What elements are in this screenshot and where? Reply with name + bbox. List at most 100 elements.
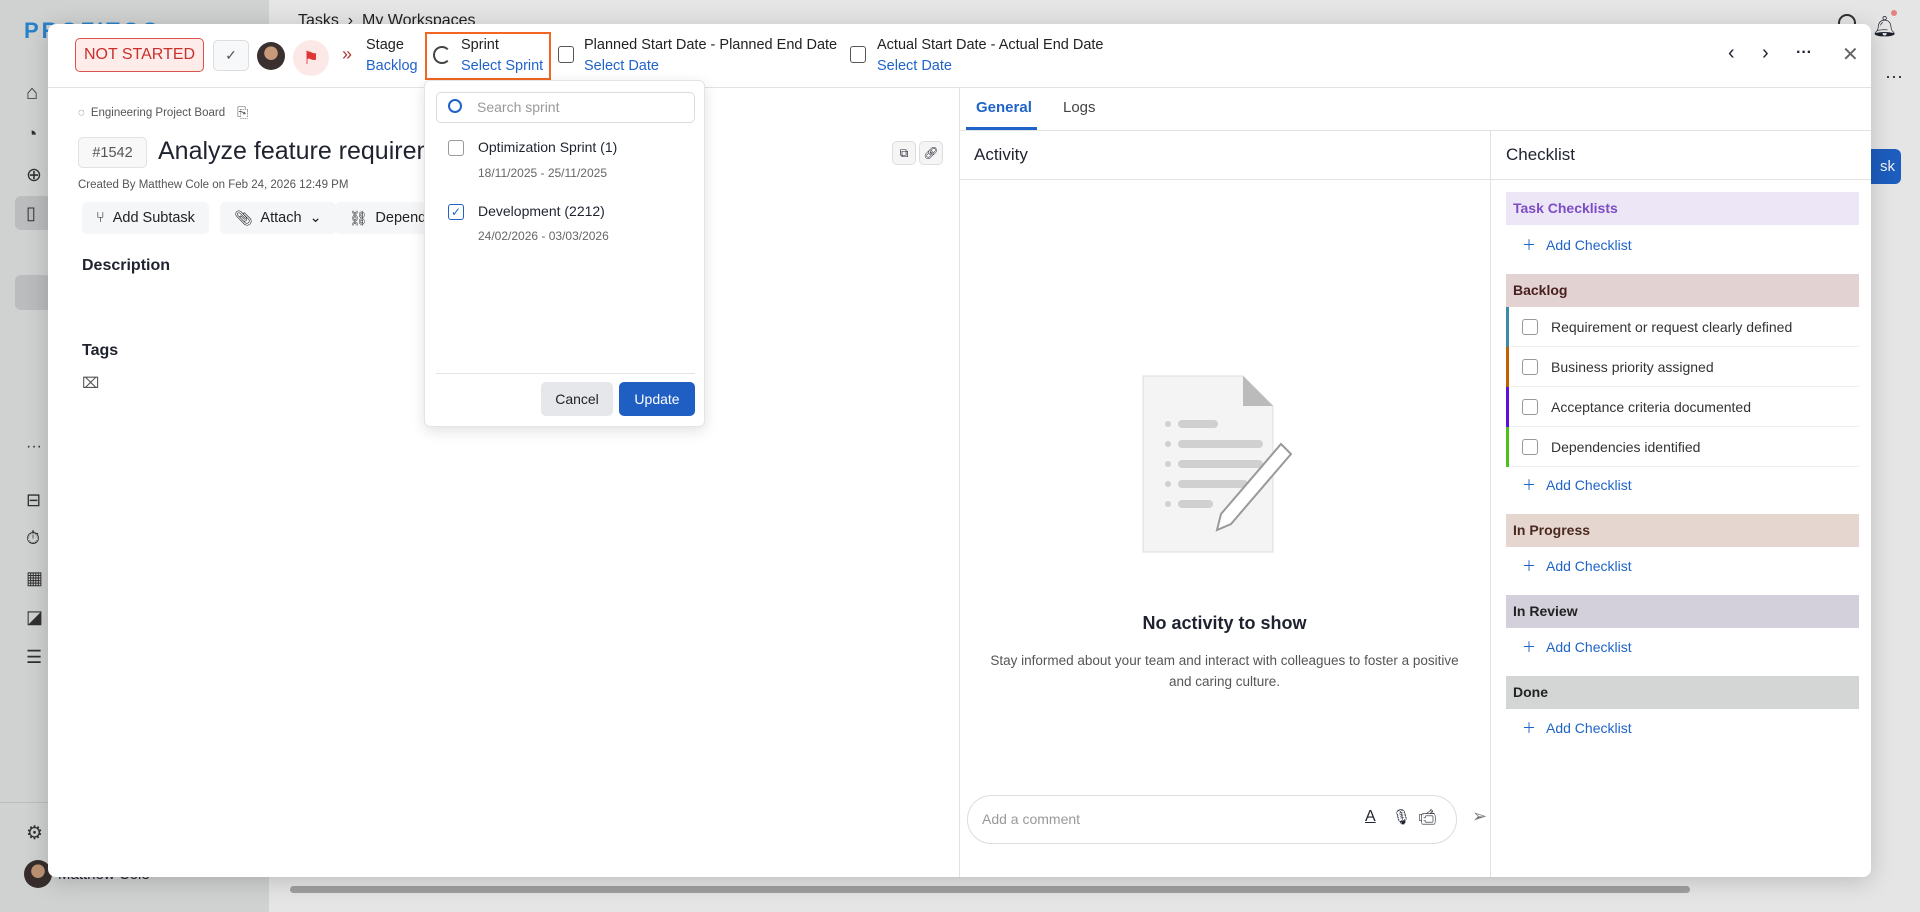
dropdown-divider [436, 373, 695, 374]
attach-label: Attach [260, 210, 302, 226]
add-checklist-label: Add Checklist [1546, 639, 1632, 655]
plus-icon: ＋ [1522, 558, 1536, 574]
calendar-icon [558, 46, 574, 63]
close-icon[interactable]: ✕ [1842, 42, 1859, 67]
checklist-title: Checklist [1506, 145, 1575, 164]
item-label: Business priority assigned [1551, 358, 1714, 375]
sprint-name[interactable]: Development (2212) [478, 203, 605, 219]
planned-date-label: Planned Start Date - Planned End Date [584, 37, 838, 53]
actual-date-label: Actual Start Date - Actual End Date [877, 37, 1104, 53]
double-chevron-icon: » [342, 44, 353, 64]
tab-logs[interactable]: Logs [1063, 99, 1096, 116]
activity-title: Activity [974, 145, 1028, 164]
item-label: Requirement or request clearly defined [1551, 318, 1793, 335]
sprint-label: Sprint [461, 37, 499, 53]
assignee-avatar[interactable] [257, 42, 285, 70]
search-icon [448, 99, 462, 113]
checklist-item[interactable]: Acceptance criteria documented [1506, 387, 1859, 427]
comment-input[interactable]: Add a comment [967, 795, 1457, 844]
checklist-item[interactable]: Dependencies identified [1506, 427, 1859, 467]
add-checklist-button[interactable]: ＋ Add Checklist [1522, 718, 1632, 738]
text-format-icon[interactable]: A [1365, 808, 1376, 826]
plus-icon: ＋ [1522, 237, 1536, 253]
move-icon[interactable]: ⎘ [237, 104, 248, 121]
color-bar [1506, 427, 1509, 467]
color-bar [1506, 347, 1509, 387]
stage-label: Stage [366, 37, 404, 53]
attach-button[interactable]: 📎︎ Attach ⌄ [220, 202, 336, 234]
empty-title: No activity to show [1142, 613, 1307, 633]
pane-divider [959, 88, 960, 877]
actual-date-value[interactable]: Select Date [877, 58, 952, 74]
section-done: Done [1506, 676, 1859, 709]
video-icon[interactable]: 📹︎ [1418, 808, 1437, 826]
plus-icon: ＋ [1522, 477, 1536, 493]
color-bar [1506, 387, 1509, 427]
item-label: Dependencies identified [1551, 438, 1701, 455]
planned-date-value[interactable]: Select Date [584, 58, 659, 74]
checklist-divider [1490, 130, 1491, 877]
status-button[interactable]: NOT STARTED [75, 38, 204, 72]
tab-general[interactable]: General [976, 99, 1032, 116]
section-backlog: Backlog [1506, 274, 1859, 307]
section-in-progress: In Progress [1506, 514, 1859, 547]
sprint-value[interactable]: Select Sprint [461, 58, 543, 74]
cancel-button[interactable]: Cancel [541, 382, 613, 416]
description-heading: Description [82, 257, 171, 274]
plus-icon: ＋ [1522, 720, 1536, 736]
item-label: Acceptance criteria documented [1551, 398, 1751, 415]
chevron-down-icon: ⌄ [309, 210, 322, 226]
microphone-icon[interactable]: 🎙︎ [1392, 808, 1411, 826]
board-name: Engineering Project Board [90, 106, 226, 119]
add-checklist-button[interactable]: ＋ Add Checklist [1522, 556, 1632, 576]
activity-divider [959, 179, 1490, 180]
section-task-checklists: Task Checklists [1506, 192, 1859, 225]
send-icon[interactable]: ➢ [1472, 806, 1487, 827]
sprint-checkbox[interactable] [448, 140, 464, 156]
sprint-checkbox-checked[interactable]: ✓ [448, 204, 464, 220]
add-checklist-label: Add Checklist [1546, 720, 1632, 736]
sprint-dates: 18/11/2025 - 25/11/2025 [478, 166, 607, 180]
checklist-item[interactable]: Business priority assigned [1506, 347, 1859, 387]
add-checklist-button[interactable]: ＋ Add Checklist [1522, 235, 1632, 255]
sprint-dates: 24/02/2026 - 03/03/2026 [478, 229, 609, 243]
section-in-review: In Review [1506, 595, 1859, 628]
sprint-icon [433, 46, 451, 64]
task-title[interactable]: Analyze feature requirem [158, 137, 437, 166]
sprint-name[interactable]: Optimization Sprint (1) [478, 139, 617, 155]
task-id: #1542 [78, 137, 147, 168]
checkbox[interactable] [1522, 358, 1538, 375]
subtask-icon: ⑂ [96, 210, 105, 226]
next-icon[interactable]: › [1762, 42, 1769, 65]
sprint-dropdown: Search sprint Optimization Sprint (1) 18… [424, 80, 705, 427]
checklist-header-divider [1490, 179, 1871, 180]
priority-flag-icon[interactable]: ⚑ [293, 40, 329, 76]
complete-button[interactable]: ✓ [213, 40, 249, 71]
calendar-icon [850, 46, 866, 63]
board-icon: ◌ [78, 106, 85, 119]
dependency-label: Depend [375, 210, 427, 226]
add-checklist-button[interactable]: ＋ Add Checklist [1522, 475, 1632, 495]
tags-heading: Tags [82, 342, 119, 359]
add-subtask-button[interactable]: ⑂ Add Subtask [82, 202, 209, 234]
checklist-item[interactable]: Requirement or request clearly defined [1506, 307, 1859, 347]
color-bar [1506, 307, 1509, 347]
add-checklist-button[interactable]: ＋ Add Checklist [1522, 637, 1632, 657]
paperclip-icon: 📎︎ [234, 210, 253, 227]
tag-icon[interactable]: ⌧ [82, 374, 99, 392]
checkbox[interactable] [1522, 438, 1538, 455]
copy-icon[interactable]: ⧉ [892, 141, 916, 165]
checkbox[interactable] [1522, 318, 1538, 335]
checkbox[interactable] [1522, 398, 1538, 415]
stage-value[interactable]: Backlog [366, 58, 418, 74]
board-breadcrumb[interactable]: ◌ Engineering Project Board ⎘ [78, 104, 248, 121]
sprint-field[interactable]: Sprint Select Sprint [425, 32, 551, 80]
more-icon[interactable]: ··· [1796, 44, 1812, 62]
add-checklist-label: Add Checklist [1546, 237, 1632, 253]
empty-document-illustration [1142, 375, 1293, 553]
update-button[interactable]: Update [619, 382, 695, 416]
prev-icon[interactable]: ‹ [1728, 42, 1735, 65]
link-icon: ⛓︎ [349, 210, 368, 227]
link-icon[interactable]: 🔗︎ [919, 141, 943, 165]
search-sprint-input[interactable]: Search sprint [436, 92, 695, 123]
